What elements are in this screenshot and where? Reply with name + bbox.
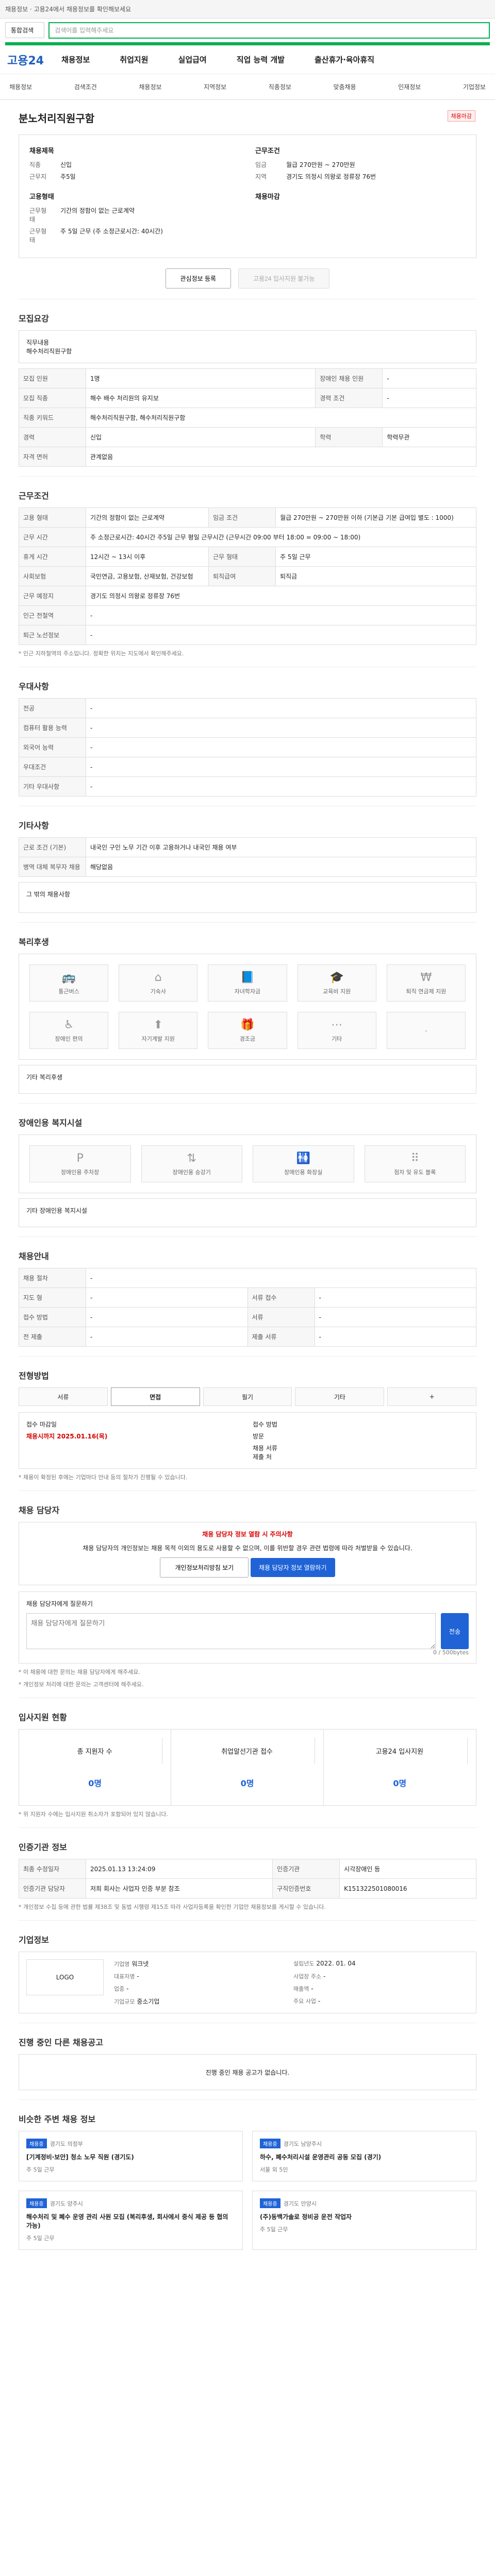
subnav-item[interactable]: 지역정보 bbox=[204, 82, 226, 91]
section-title: 모집요강 bbox=[19, 314, 49, 324]
parking-icon: P bbox=[76, 1151, 84, 1165]
book-icon: 📘 bbox=[240, 971, 255, 984]
subnav-item[interactable]: 기업정보 bbox=[463, 82, 486, 91]
home-icon: ⌂ bbox=[154, 971, 162, 984]
subnav-item[interactable]: 인재정보 bbox=[398, 82, 421, 91]
top-text: 채용정보 · 고용24에서 채용정보를 확인해보세요 bbox=[5, 6, 131, 13]
money-icon: ₩ bbox=[420, 971, 432, 984]
question-input[interactable] bbox=[26, 1613, 436, 1649]
nav-item[interactable]: 출산휴가·육아휴직 bbox=[315, 54, 374, 65]
nav-item[interactable]: 채용정보 bbox=[61, 54, 90, 65]
bus-icon: 🚌 bbox=[61, 971, 76, 984]
site-logo[interactable]: 고용24 bbox=[7, 52, 44, 68]
status-badge: 채용마감 bbox=[447, 110, 475, 122]
main-nav: 채용정보 취업지원 실업급여 직업 능력 개발 출산휴가·육아휴직 bbox=[61, 54, 374, 65]
company-name: 분노처리직원구함 bbox=[19, 112, 95, 125]
search-input[interactable]: 검색어를 입력해주세요 bbox=[48, 22, 490, 39]
subnav-item[interactable]: 채용정보 bbox=[9, 82, 32, 91]
education-icon: 🎓 bbox=[329, 971, 344, 984]
subnav-item[interactable]: 채용정보 bbox=[139, 82, 161, 91]
gift-icon: 🎁 bbox=[240, 1018, 255, 1031]
save-button[interactable]: 관심정보 등록 bbox=[165, 268, 232, 289]
restroom-icon: 🚻 bbox=[296, 1151, 310, 1165]
top-info-bar: 채용정보 · 고용24에서 채용정보를 확인해보세요 bbox=[0, 0, 495, 19]
growth-icon: ⬆ bbox=[153, 1018, 163, 1031]
summary-title: 채용제목 bbox=[29, 147, 54, 155]
etc-icon: ⋯ bbox=[331, 1018, 343, 1031]
apply-button[interactable]: 고용24 입사지원 불가능 bbox=[238, 268, 330, 289]
braille-icon: ⠿ bbox=[410, 1151, 419, 1165]
nav-item[interactable]: 취업지원 bbox=[120, 54, 148, 65]
subnav-item[interactable]: 검색조건 bbox=[74, 82, 97, 91]
subnav-item[interactable]: 맞춤채용 bbox=[333, 82, 356, 91]
search-dropdown[interactable]: 통합검색 bbox=[5, 22, 45, 38]
subnav-item[interactable]: 직종정보 bbox=[269, 82, 291, 91]
nav-item[interactable]: 실업급여 bbox=[178, 54, 207, 65]
nav-item[interactable]: 직업 능력 개발 bbox=[237, 54, 285, 65]
accessible-icon: ♿ bbox=[63, 1018, 74, 1031]
elevator-icon: ⇅ bbox=[187, 1151, 196, 1165]
